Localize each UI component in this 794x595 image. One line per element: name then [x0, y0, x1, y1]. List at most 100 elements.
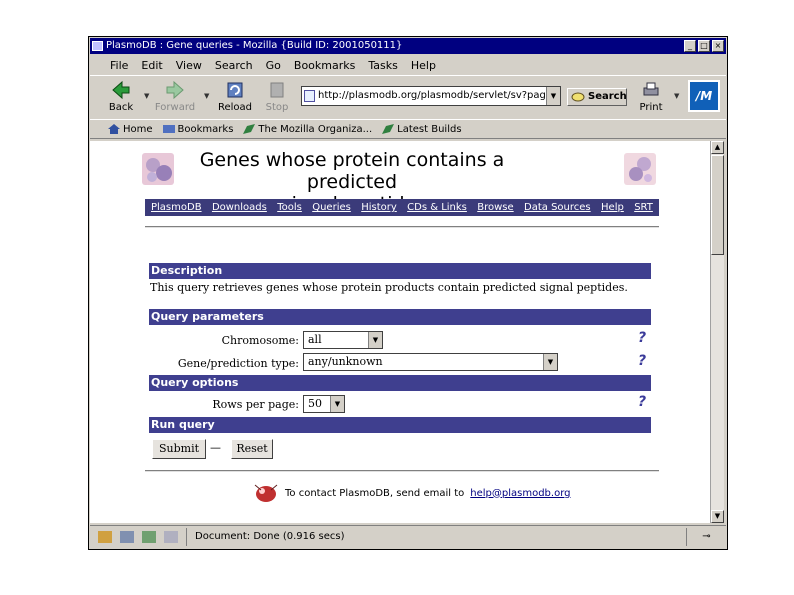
nav-link-plasmodb[interactable]: PlasmoDB — [151, 202, 202, 213]
home-label: Home — [123, 123, 153, 135]
window-controls: _ □ × — [684, 40, 724, 52]
latest-builds-label: Latest Builds — [397, 123, 462, 135]
menu-help[interactable]: Help — [411, 59, 436, 72]
forward-button[interactable]: Forward — [154, 80, 196, 113]
page-icon — [304, 90, 315, 102]
security-lock-icon[interactable]: ⊸ — [686, 527, 726, 546]
navigator-icon[interactable] — [98, 530, 112, 543]
search-icon — [571, 92, 585, 102]
genetype-label-cell: Gene/prediction type: — [149, 357, 299, 373]
nav-link-browse[interactable]: Browse — [477, 202, 513, 213]
component-bar — [90, 527, 187, 546]
menu-search[interactable]: Search — [215, 59, 253, 72]
nav-link-help[interactable]: Help — [601, 202, 624, 213]
menu-tasks[interactable]: Tasks — [368, 59, 397, 72]
gene-prediction-type-label: Gene/prediction type: — [177, 357, 299, 370]
browser-window: PlasmoDB : Gene queries - Mozilla {Build… — [88, 36, 728, 550]
minimize-button[interactable]: _ — [684, 40, 696, 52]
print-label: Print — [639, 102, 663, 113]
url-history-dropdown[interactable]: ▼ — [546, 87, 560, 105]
reload-button[interactable]: Reload — [214, 80, 256, 113]
menu-bookmarks[interactable]: Bookmarks — [294, 59, 355, 72]
nav-link-downloads[interactable]: Downloads — [212, 202, 267, 213]
rows-help-icon[interactable]: ? — [638, 394, 646, 410]
print-button[interactable]: Print — [630, 80, 672, 113]
chromosome-label: Chromosome: — [221, 334, 299, 347]
mosquito-logo-icon — [254, 484, 278, 502]
contact-email-link[interactable]: help@plasmodb.org — [470, 488, 570, 499]
reload-icon — [227, 82, 243, 98]
nav-link-cds-links[interactable]: CDs & Links — [407, 202, 467, 213]
status-bar: Document: Done (0.916 secs) ⊸ — [90, 525, 726, 547]
rows-per-page-select[interactable]: 50 ▼ — [303, 395, 345, 413]
reload-label: Reload — [217, 102, 253, 113]
gene-prediction-type-select[interactable]: any/unknown ▼ — [303, 353, 558, 371]
menu-go[interactable]: Go — [266, 59, 281, 72]
back-button[interactable]: Back — [100, 80, 142, 113]
menu-view[interactable]: View — [176, 59, 202, 72]
contact-text: To contact PlasmoDB, send email to — [285, 487, 465, 499]
window-title: PlasmoDB : Gene queries - Mozilla {Build… — [106, 40, 403, 51]
nav-link-history[interactable]: History — [361, 202, 397, 213]
nav-link-srt[interactable]: SRT — [634, 202, 653, 213]
reset-button[interactable]: Reset — [231, 439, 273, 459]
page-title-line1: Genes whose protein contains a predicted — [199, 149, 505, 193]
print-dropdown[interactable]: ▼ — [674, 92, 679, 100]
rows-per-page-value: 50 — [308, 397, 322, 410]
search-button[interactable]: Search — [567, 88, 627, 106]
parasite-cell-image-right — [624, 153, 656, 185]
menu-edit[interactable]: Edit — [141, 59, 162, 72]
chevron-down-icon: ▼ — [330, 396, 344, 412]
forward-arrow-icon — [166, 80, 184, 100]
status-text: Document: Done (0.916 secs) — [195, 531, 345, 542]
chromosome-select[interactable]: all ▼ — [303, 331, 383, 349]
forward-label: Forward — [154, 102, 196, 113]
description-header: Description — [149, 263, 651, 279]
navigation-toolbar: Back ▼ Forward ▼ Reload Stop http://plas… — [90, 75, 726, 117]
forward-history-dropdown[interactable]: ▼ — [204, 92, 209, 100]
mozilla-org-label: The Mozilla Organiza... — [258, 123, 373, 135]
button-separator: — — [210, 441, 221, 454]
mail-icon[interactable] — [120, 530, 134, 543]
rows-per-page-label: Rows per page: — [212, 398, 299, 411]
home-link[interactable]: Home — [108, 124, 153, 135]
nav-link-queries[interactable]: Queries — [312, 202, 351, 213]
url-input[interactable]: http://plasmodb.org/plasmodb/servlet/sv?… — [301, 86, 561, 106]
mozilla-throbber-icon[interactable]: /M — [688, 80, 720, 112]
back-history-dropdown[interactable]: ▼ — [144, 92, 149, 100]
parasite-cell-image-left — [142, 153, 174, 185]
rows-label-cell: Rows per page: — [149, 398, 299, 414]
nav-link-tools[interactable]: Tools — [277, 202, 302, 213]
composer-icon[interactable] — [142, 530, 156, 543]
nav-link-data-sources[interactable]: Data Sources — [524, 202, 591, 213]
address-book-icon[interactable] — [164, 530, 178, 543]
stop-label: Stop — [265, 102, 289, 113]
run-query-header: Run query — [149, 417, 651, 433]
scroll-thumb[interactable] — [711, 155, 724, 255]
menu-file[interactable]: File — [110, 59, 128, 72]
printer-icon — [643, 82, 659, 96]
close-button[interactable]: × — [712, 40, 724, 52]
menu-bar: File Edit View Search Go Bookmarks Tasks… — [90, 56, 726, 74]
page-content: Genes whose protein contains a predicted… — [90, 141, 710, 523]
stop-icon — [270, 82, 284, 98]
maximize-button[interactable]: □ — [698, 40, 710, 52]
submit-button[interactable]: Submit — [152, 439, 206, 459]
bookmarks-link[interactable]: Bookmarks — [162, 124, 233, 135]
chromosome-help-icon[interactable]: ? — [638, 330, 646, 346]
search-label: Search — [588, 91, 627, 102]
latest-builds-link[interactable]: Latest Builds — [382, 123, 462, 135]
contact-line: To contact PlasmoDB, send email to help@… — [253, 481, 570, 505]
scroll-down-icon[interactable]: ▼ — [711, 510, 724, 523]
mozilla-org-link[interactable]: The Mozilla Organiza... — [243, 124, 372, 135]
scroll-up-icon[interactable]: ▲ — [711, 141, 724, 154]
stop-button[interactable]: Stop — [256, 80, 298, 113]
query-parameters-header: Query parameters — [149, 309, 651, 325]
gene-type-help-icon[interactable]: ? — [638, 353, 646, 369]
divider — [145, 470, 659, 472]
back-label: Back — [108, 102, 134, 113]
vertical-scrollbar[interactable]: ▲ ▼ — [710, 141, 724, 523]
personal-toolbar: Home Bookmarks The Mozilla Organiza... L… — [90, 119, 726, 139]
gene-prediction-type-value: any/unknown — [308, 355, 383, 368]
query-options-header: Query options — [149, 375, 651, 391]
